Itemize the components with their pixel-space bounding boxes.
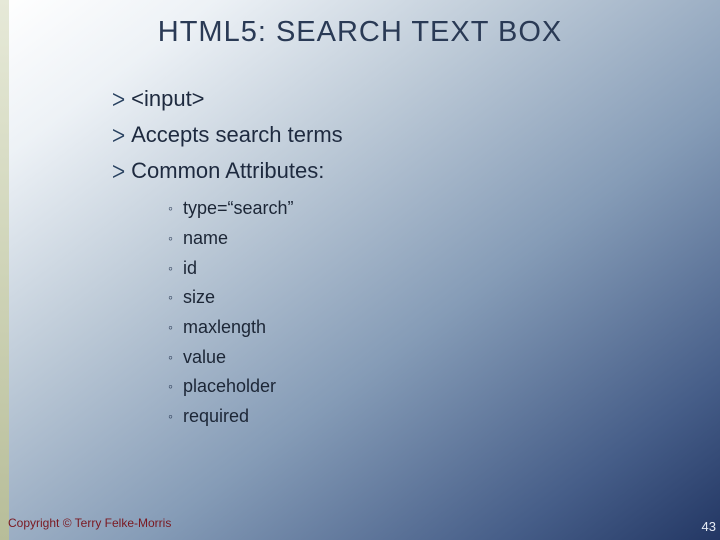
slide-title: HTML5: SEARCH TEXT BOX — [0, 16, 720, 49]
bullet-input-tag: <input> — [112, 82, 660, 116]
attr-size: size — [168, 283, 660, 313]
attr-id: id — [168, 254, 660, 284]
attr-value: value — [168, 343, 660, 373]
attribute-list: type=“search” name id size maxlength val… — [168, 194, 660, 432]
attr-placeholder: placeholder — [168, 372, 660, 402]
attr-name: name — [168, 224, 660, 254]
bullet-common-attributes: Common Attributes: — [112, 154, 660, 188]
attr-type: type=“search” — [168, 194, 660, 224]
left-accent-bar — [0, 0, 9, 540]
attr-maxlength: maxlength — [168, 313, 660, 343]
copyright-text: Copyright © Terry Felke-Morris — [8, 516, 171, 530]
page-number: 43 — [702, 519, 716, 534]
bullet-accepts-terms: Accepts search terms — [112, 118, 660, 152]
attr-required: required — [168, 402, 660, 432]
slide-body: <input> Accepts search terms Common Attr… — [112, 80, 660, 432]
slide: HTML5: SEARCH TEXT BOX <input> Accepts s… — [0, 0, 720, 540]
